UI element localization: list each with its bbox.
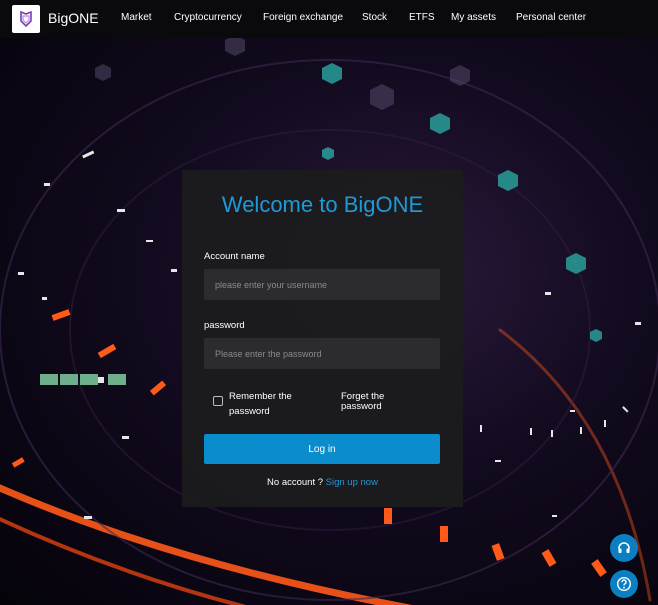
login-title: Welcome to BigONE xyxy=(221,192,424,217)
nav-item-stock[interactable]: Stock xyxy=(362,12,387,23)
nav-item-market[interactable]: Market xyxy=(121,12,152,23)
nav-item-personal-center[interactable]: Personal center xyxy=(516,12,586,23)
bigone-logo-icon[interactable] xyxy=(12,5,40,33)
top-navbar: BigONE Market Cryptocurrency Foreign exc… xyxy=(0,0,658,38)
forget-password-link[interactable]: Forget the password xyxy=(341,392,401,412)
account-name-label: Account name xyxy=(204,251,265,262)
nav-item-foreign-exchange[interactable]: Foreign exchange xyxy=(263,12,343,23)
password-label: password xyxy=(204,320,245,331)
password-input[interactable] xyxy=(204,338,440,369)
username-input[interactable] xyxy=(204,269,440,300)
question-mark-icon xyxy=(616,576,632,592)
brand-name[interactable]: BigONE xyxy=(48,10,99,26)
nav-item-cryptocurrency[interactable]: Cryptocurrency xyxy=(174,12,242,23)
no-account-text: No account ? xyxy=(267,477,324,488)
login-button[interactable]: Log in xyxy=(204,434,440,464)
remember-password-label[interactable]: Remember the password xyxy=(229,389,309,419)
remember-password-checkbox[interactable] xyxy=(213,396,223,406)
headset-icon xyxy=(618,542,630,553)
signup-row: No account ? Sign up now xyxy=(182,477,463,488)
support-button[interactable] xyxy=(610,534,638,562)
login-card: Welcome to BigONE Account name password … xyxy=(182,170,463,507)
nav-item-etfs[interactable]: ETFS xyxy=(409,12,435,23)
help-button[interactable] xyxy=(610,570,638,598)
nav-item-my-assets[interactable]: My assets xyxy=(451,12,496,23)
sign-up-link[interactable]: Sign up now xyxy=(326,477,378,488)
